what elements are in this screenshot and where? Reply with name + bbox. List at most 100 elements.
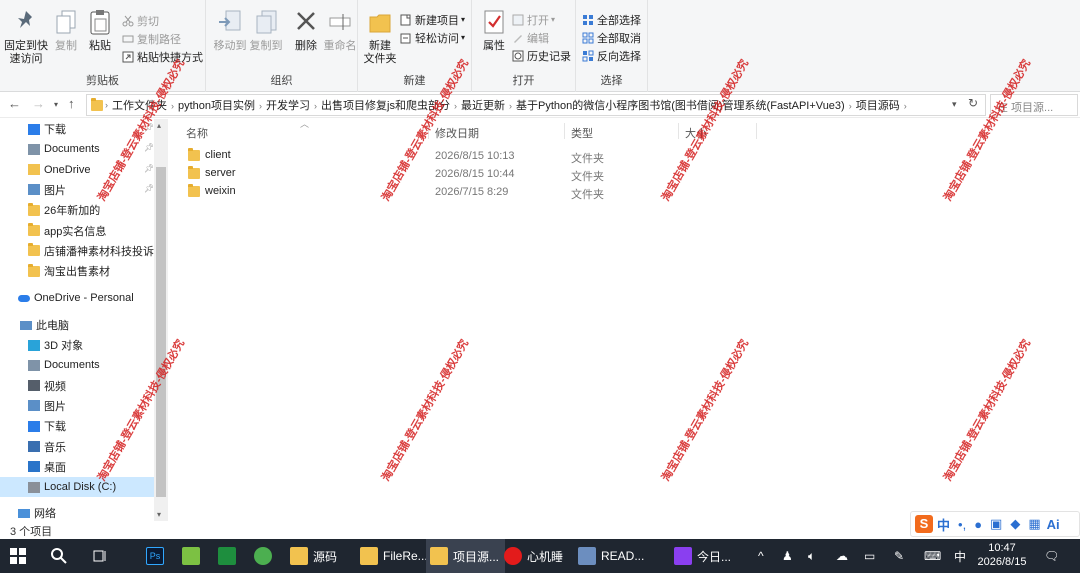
- edit-button[interactable]: 编辑: [512, 29, 549, 46]
- address-path[interactable]: › 工作文件夹 › python项目实例 › 开发学习 › 出售项目修复js和爬虫部分 › 最近…: [86, 94, 986, 116]
- sidebar-item-this-pc-child[interactable]: Documents: [0, 355, 154, 375]
- sidebar-item-quick-access[interactable]: 淘宝出售素材: [28, 261, 110, 281]
- pen-icon[interactable]: ✎: [894, 539, 904, 573]
- sidebar-item-onedrive-personal[interactable]: OneDrive - Personal: [18, 288, 134, 308]
- ime-toolbar[interactable]: S 中 •, ● ▣ ◆ ▦ Ai: [910, 511, 1080, 537]
- file-name-cell[interactable]: server: [188, 165, 236, 179]
- invert-selection-button[interactable]: 反向选择: [582, 47, 641, 64]
- tray-app-icon[interactable]: ♟: [782, 539, 793, 573]
- notification-icon[interactable]: 🗨︎: [1044, 539, 1059, 573]
- open-button[interactable]: 打开 ▾: [512, 11, 555, 28]
- ai-button[interactable]: Ai: [1047, 517, 1060, 532]
- touch-keyboard-icon[interactable]: ⌨: [924, 539, 941, 573]
- taskbar-app[interactable]: 源码: [286, 539, 343, 573]
- start-button[interactable]: [10, 539, 26, 573]
- rename-button[interactable]: 重命名: [318, 8, 362, 53]
- breadcrumb-separator-icon[interactable]: ›: [904, 101, 907, 111]
- sidebar-item-quick-access[interactable]: OneDrive: [28, 160, 90, 180]
- nav-scrollbar-thumb[interactable]: [156, 167, 166, 497]
- nav-scrollbar[interactable]: ▴ ▾: [154, 119, 168, 521]
- column-header-name[interactable]: 名称: [186, 125, 208, 141]
- ime-indicator[interactable]: 中: [954, 539, 966, 573]
- file-name-cell[interactable]: weixin: [188, 183, 236, 197]
- up-arrow-icon[interactable]: ↑: [68, 96, 75, 111]
- punctuation-icon[interactable]: •,: [958, 517, 966, 532]
- breadcrumb-item[interactable]: python项目实例: [178, 100, 255, 112]
- app-remote[interactable]: [218, 539, 241, 573]
- search-button[interactable]: [50, 539, 68, 573]
- picture-icon: [28, 184, 40, 196]
- forward-arrow-icon[interactable]: →: [32, 96, 45, 111]
- clock[interactable]: 10:47 2026/8/15: [972, 541, 1032, 569]
- sidebar-item-this-pc[interactable]: 此电脑: [20, 315, 69, 335]
- tray-overflow-icon[interactable]: ^: [758, 539, 764, 573]
- history-button[interactable]: 历史记录: [512, 47, 571, 64]
- column-header-type[interactable]: 类型: [571, 125, 593, 141]
- taskbar-app[interactable]: 项目源...: [426, 539, 506, 573]
- breadcrumb-separator-icon[interactable]: ›: [454, 101, 457, 111]
- keyboard-icon[interactable]: ▣: [990, 516, 1002, 532]
- photoshop-app[interactable]: Ps: [146, 539, 169, 573]
- easy-access-button[interactable]: 轻松访问 ▾: [400, 29, 465, 46]
- back-arrow-icon[interactable]: ←: [8, 96, 21, 111]
- sidebar-item-quick-access[interactable]: 26年新加的: [28, 200, 100, 220]
- breadcrumb-separator-icon[interactable]: ›: [259, 101, 262, 111]
- file-name-cell[interactable]: client: [188, 147, 231, 161]
- address-dropdown-icon[interactable]: ▾: [952, 99, 957, 110]
- select-none-button[interactable]: 全部取消: [582, 29, 641, 46]
- folder-icon: [91, 97, 103, 111]
- volume-icon[interactable]: 🔈︎: [808, 539, 815, 573]
- breadcrumb-separator-icon[interactable]: ›: [314, 101, 317, 111]
- copy-to-button[interactable]: 复制到: [244, 8, 288, 53]
- breadcrumb-item[interactable]: 基于Python的微信小程序图书馆(图书借阅)管理系统(FastAPI+Vue3…: [516, 100, 845, 112]
- new-folder-button[interactable]: 新建 文件夹: [358, 8, 402, 66]
- sidebar-item-network[interactable]: 网络: [18, 503, 56, 523]
- select-all-button[interactable]: 全部选择: [582, 11, 641, 28]
- browser-icon: [254, 547, 272, 565]
- sidebar-item-this-pc-child[interactable]: Local Disk (C:): [0, 477, 154, 498]
- folder-icon: [360, 547, 378, 565]
- scroll-up-icon[interactable]: ▴: [157, 121, 161, 130]
- breadcrumb-separator-icon[interactable]: ›: [509, 101, 512, 111]
- sidebar-item-quick-access[interactable]: app实名信息: [28, 221, 106, 241]
- column-divider: [678, 123, 679, 139]
- task-view-button[interactable]: [92, 539, 108, 573]
- cut-button[interactable]: 剪切: [122, 12, 159, 29]
- breadcrumb-item[interactable]: 开发学习: [266, 100, 310, 112]
- windows-icon: [10, 548, 26, 564]
- skin-icon[interactable]: ◆: [1010, 516, 1020, 532]
- sidebar-item-this-pc-child[interactable]: 3D 对象: [0, 335, 154, 355]
- new-item-button[interactable]: 新建项目 ▾: [400, 11, 465, 28]
- breadcrumb-separator-icon[interactable]: ›: [849, 101, 852, 111]
- cloud-sync-icon[interactable]: ☁: [836, 539, 848, 573]
- breadcrumb-item[interactable]: 项目源码: [856, 100, 900, 112]
- microphone-icon[interactable]: ●: [974, 517, 982, 532]
- recent-dropdown-icon[interactable]: ▾: [54, 100, 58, 109]
- taskbar-app[interactable]: 心机睡: [500, 539, 569, 573]
- toolbox-icon[interactable]: ▦: [1028, 516, 1040, 532]
- column-header-date[interactable]: 修改日期: [435, 125, 479, 141]
- app-green[interactable]: [182, 539, 205, 573]
- sidebar-item-quick-access[interactable]: 图片: [28, 180, 66, 200]
- paste-button[interactable]: 粘贴: [78, 8, 122, 53]
- paste-shortcut-button[interactable]: 粘贴快捷方式: [122, 48, 203, 65]
- scroll-down-icon[interactable]: ▾: [157, 510, 161, 519]
- sidebar-item-quick-access[interactable]: 下载: [28, 119, 66, 139]
- taskbar-app[interactable]: READ...: [574, 539, 650, 573]
- copy-path-button[interactable]: 复制路径: [122, 30, 181, 47]
- battery-icon[interactable]: ▭: [864, 539, 875, 573]
- sidebar-item-quick-access[interactable]: Documents: [28, 139, 100, 159]
- sidebar-item-quick-access[interactable]: 店铺潘神素材科技投诉资: [28, 241, 165, 261]
- app-browser[interactable]: [254, 539, 277, 573]
- refresh-icon[interactable]: ↻: [968, 96, 978, 110]
- breadcrumb-item[interactable]: 最近更新: [461, 100, 505, 112]
- pin-quick-access-button[interactable]: 固定到快 速访问: [4, 8, 48, 66]
- taskbar-app[interactable]: FileRe...: [356, 539, 434, 573]
- sidebar-item-this-pc-child[interactable]: 桌面: [0, 457, 154, 477]
- sidebar-item-this-pc-child[interactable]: 视频: [0, 376, 154, 396]
- ime-mode[interactable]: 中: [937, 515, 950, 534]
- properties-button[interactable]: 属性: [472, 8, 516, 53]
- new-item-dropdown-icon: ▾: [461, 15, 466, 24]
- breadcrumb-separator-icon[interactable]: ›: [171, 101, 174, 111]
- taskbar-app[interactable]: 今日...: [670, 539, 737, 573]
